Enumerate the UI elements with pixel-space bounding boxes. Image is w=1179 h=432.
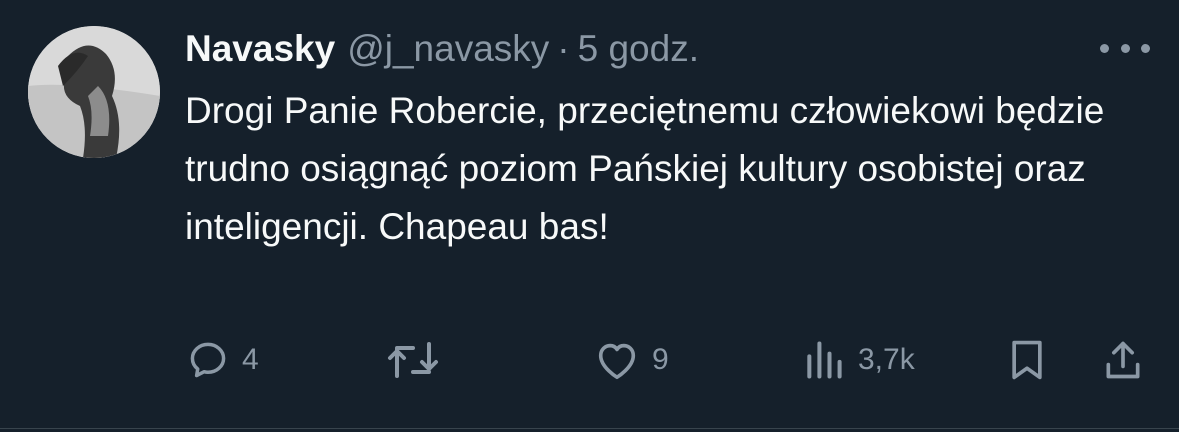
divider [0, 428, 1179, 429]
display-name[interactable]: Navasky [185, 28, 335, 70]
separator-dot: · [557, 28, 570, 69]
heart-icon [598, 343, 636, 380]
more-dot [1100, 43, 1109, 53]
reply-icon [190, 342, 226, 378]
action-bar: 4 9 3,7k [0, 332, 1179, 388]
tweet-text: Drogi Panie Robercie, przeciętnemu człow… [185, 90, 1105, 247]
tweet-header: Navasky @j_navasky · 5 godz. [185, 28, 699, 76]
share-icon [1106, 341, 1140, 379]
like-button[interactable]: 9 [594, 332, 669, 388]
reply-button[interactable]: 4 [186, 332, 259, 388]
views-icon [807, 341, 842, 379]
timestamp[interactable]: 5 godz. [578, 28, 699, 70]
view-count: 3,7k [858, 343, 915, 376]
more-icon[interactable] [1100, 40, 1150, 56]
like-count: 9 [652, 343, 669, 376]
avatar-image [28, 26, 160, 158]
tweet[interactable]: Navasky @j_navasky · 5 godz. Drogi Panie… [0, 0, 1179, 432]
user-handle[interactable]: @j_navasky [347, 28, 549, 70]
retweet-button[interactable] [385, 332, 453, 388]
more-dot [1141, 43, 1150, 53]
reply-count: 4 [242, 343, 259, 376]
avatar[interactable] [28, 26, 160, 158]
more-dot [1120, 43, 1130, 53]
bookmark-button[interactable] [1005, 332, 1049, 388]
retweet-icon [388, 342, 438, 378]
share-button[interactable] [1101, 332, 1145, 388]
bookmark-icon [1012, 340, 1042, 380]
views-button[interactable]: 3,7k [802, 332, 915, 388]
